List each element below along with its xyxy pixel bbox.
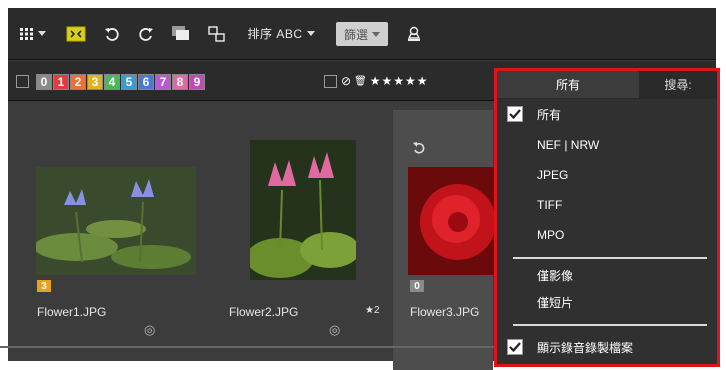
- label-badge: 3: [37, 280, 51, 292]
- color-label-6[interactable]: 6: [138, 74, 154, 90]
- filter-menu-item[interactable]: 顯示錄音錄製檔案: [497, 334, 717, 360]
- filter-menu-item-label: 僅影像: [537, 268, 574, 283]
- rotate-right-button[interactable]: [134, 20, 158, 47]
- label-badge: 0: [410, 280, 424, 292]
- stack-windows-icon: [172, 26, 189, 40]
- filter-menu-item[interactable]: 僅影像: [497, 262, 717, 288]
- filter-menu-item[interactable]: 所有: [497, 101, 717, 127]
- chevron-down-icon: [372, 31, 380, 37]
- trash-icon: 🗑: [354, 75, 367, 87]
- sort-button[interactable]: 排序 ABC: [240, 20, 322, 47]
- color-label-7[interactable]: 7: [155, 74, 171, 90]
- filter-panel: 所有 搜尋: 所有 NEF | NRW JPEG TIFF MPO 僅影像僅短片顯示錄音錄…: [494, 68, 720, 367]
- filter-menu-item-label: JPEG: [537, 168, 569, 182]
- tab-all[interactable]: 所有: [497, 71, 639, 98]
- menu-separator: [513, 257, 707, 259]
- stamp-button[interactable]: [402, 20, 426, 47]
- filter-menu-item[interactable]: JPEG: [497, 162, 717, 188]
- rating-filter-checkbox[interactable]: [324, 75, 337, 88]
- filter-menu-item[interactable]: 僅短片: [497, 289, 717, 315]
- filter-dropdown-menu: 所有 NEF | NRW JPEG TIFF MPO 僅影像僅短片顯示錄音錄製檔案: [497, 99, 717, 364]
- filter-menu-item[interactable]: TIFF: [497, 192, 717, 218]
- grid-view-icon: [20, 27, 33, 40]
- filter-menu-item-label: TIFF: [537, 198, 563, 212]
- rating-filter[interactable]: ⊘ 🗑 ★★★★★: [341, 74, 429, 88]
- fit-to-screen-icon: [66, 26, 86, 41]
- view-mode-button[interactable]: [16, 20, 50, 47]
- globe-icon: ◎: [144, 322, 156, 337]
- color-label-8[interactable]: 8: [172, 74, 188, 90]
- color-label-0[interactable]: 0: [36, 74, 52, 90]
- thumbnail-flower3[interactable]: [408, 167, 494, 275]
- star-rating: ★★★★★: [369, 74, 429, 88]
- thumbnail-flower1[interactable]: [36, 167, 196, 275]
- thumbnail-flower2[interactable]: [250, 140, 356, 280]
- compare-button[interactable]: [168, 20, 194, 47]
- globe-icon: ◎: [329, 322, 341, 337]
- chevron-down-icon: [38, 31, 46, 36]
- chevron-down-icon: [306, 31, 315, 36]
- tab-search[interactable]: 搜尋:: [639, 71, 717, 98]
- color-label-1[interactable]: 1: [53, 74, 69, 90]
- rotate-left-icon: [412, 140, 426, 156]
- link-windows-icon: [208, 25, 225, 42]
- sync-button[interactable]: [204, 20, 230, 47]
- main-toolbar: 排序 ABC 篩選: [8, 8, 716, 60]
- stamp-icon: [407, 26, 421, 41]
- filter-menu-item-label: 所有: [537, 107, 562, 122]
- rotate-right-icon: [139, 27, 153, 41]
- thumbnail-filename: Flower1.JPG: [37, 305, 107, 319]
- filter-menu-item-label: 僅短片: [537, 295, 574, 310]
- filter-button[interactable]: 篩選: [336, 22, 388, 46]
- fit-button[interactable]: [64, 20, 88, 47]
- thumbnail-filename: Flower2.JPG: [229, 305, 299, 319]
- filter-menu-item-label: MPO: [537, 228, 565, 242]
- rotate-left-button[interactable]: [100, 20, 124, 47]
- reject-icon: ⊘: [341, 74, 352, 88]
- menu-separator: [513, 324, 707, 326]
- checkmark-icon: [507, 339, 523, 355]
- sort-label: 排序 ABC: [247, 27, 303, 41]
- color-label-9[interactable]: 9: [189, 74, 205, 90]
- rotate-left-icon: [105, 27, 119, 41]
- color-label-4[interactable]: 4: [104, 74, 120, 90]
- filter-menu-item-label: 顯示錄音錄製檔案: [537, 340, 634, 355]
- color-label-2[interactable]: 2: [70, 74, 86, 90]
- thumbnail-rating: ★2: [365, 305, 380, 316]
- label-filter-checkbox[interactable]: [16, 75, 29, 88]
- color-label-5[interactable]: 5: [121, 74, 137, 90]
- color-label-3[interactable]: 3: [87, 74, 103, 90]
- filter-label: 篩選: [343, 27, 368, 42]
- filter-menu-item[interactable]: NEF | NRW: [497, 132, 717, 158]
- checkmark-icon: [507, 106, 523, 122]
- thumbnail-filename: Flower3.JPG: [410, 305, 480, 319]
- filter-menu-item[interactable]: MPO: [497, 222, 717, 248]
- filter-menu-item-label: NEF | NRW: [537, 138, 600, 152]
